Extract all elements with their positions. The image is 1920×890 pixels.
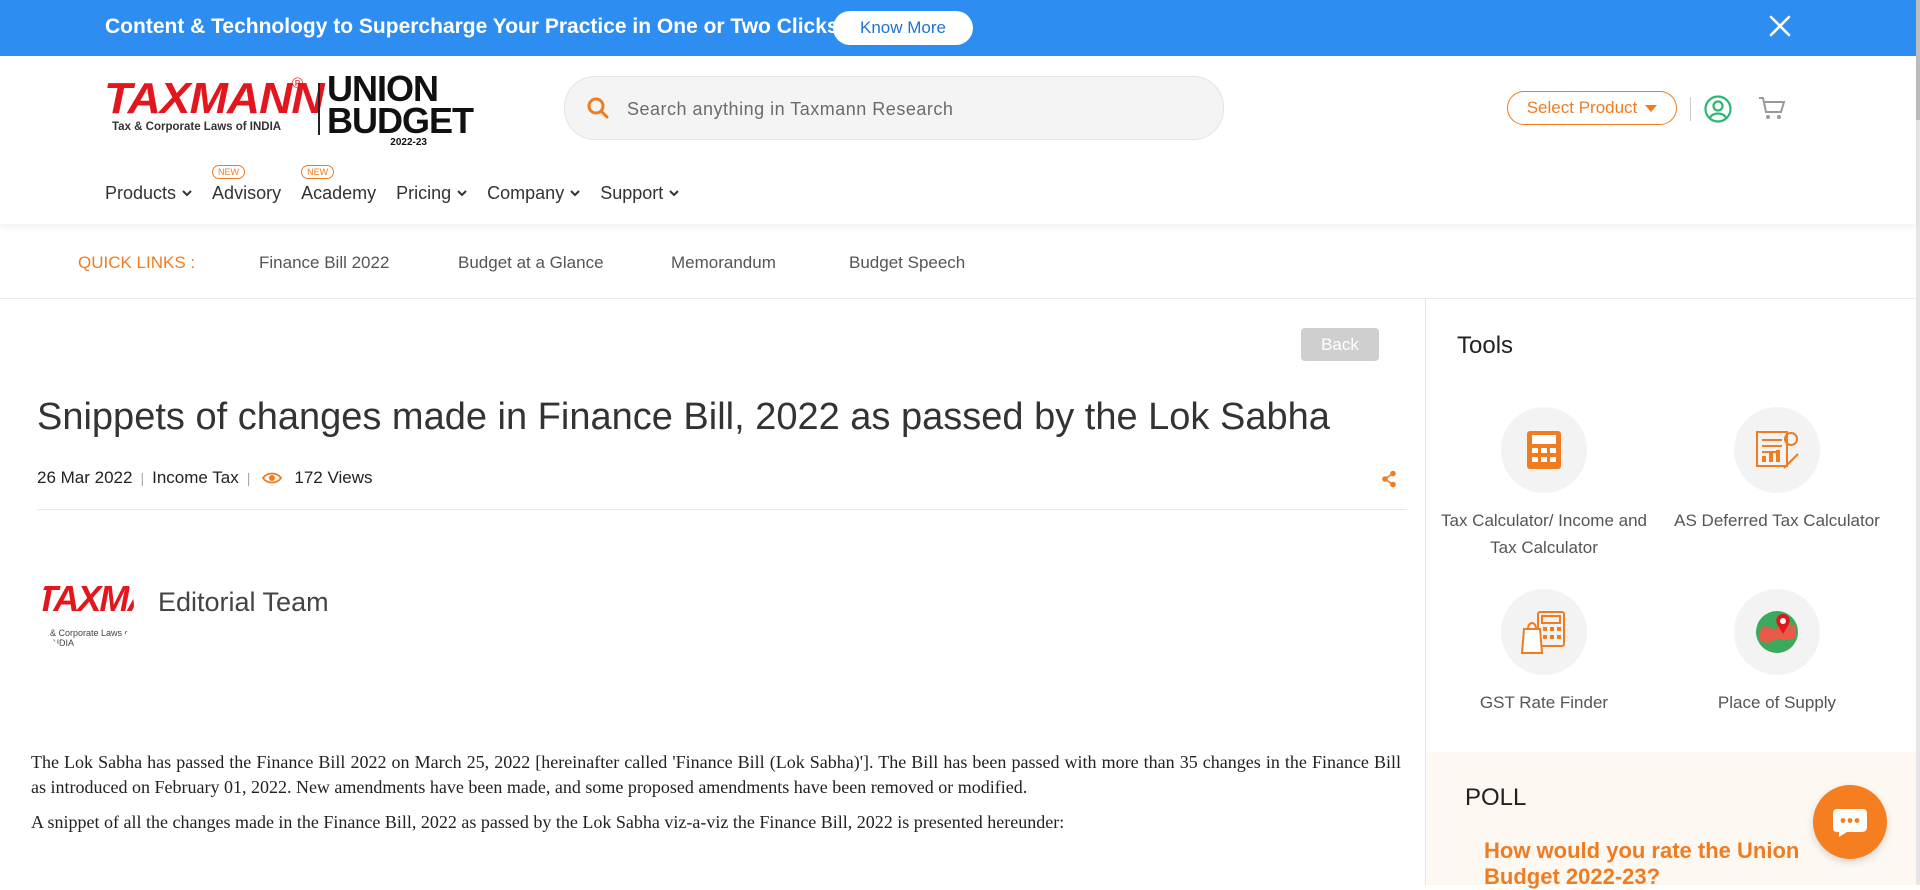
logo-tagline: Tax & Corporate Laws of INDIA: [112, 121, 282, 133]
tool-icon-wrap: [1501, 589, 1587, 675]
tool-label: Place of Supply: [1717, 693, 1837, 712]
chevron-down-icon: [669, 190, 679, 197]
union-budget-logo[interactable]: UNION BUDGET 2022-23: [327, 71, 474, 149]
chevron-down-icon: [457, 190, 467, 197]
nav-label: Advisory: [212, 182, 282, 203]
tool-icon-wrap: [1734, 589, 1820, 675]
chevron-down-icon: [570, 190, 580, 197]
logo-wordmark: TAXMANN: [104, 73, 325, 123]
nav-company[interactable]: Company: [487, 178, 580, 208]
map-pin-icon: [1756, 611, 1798, 653]
article-date: 26 Mar 2022: [37, 468, 133, 487]
article-meta: 26 Mar 2022 | Income Tax | 172 Views: [37, 468, 373, 488]
tool-label: GST Rate Finder: [1479, 693, 1609, 712]
author-avatar: TAXMANN & Corporate Laws of INDIA: [40, 560, 134, 654]
logo-divider: [318, 83, 320, 135]
chevron-down-icon: [182, 190, 192, 197]
nav-support[interactable]: Support: [600, 178, 679, 208]
meta-separator: |: [140, 470, 145, 486]
promo-banner: Content & Technology to Supercharge Your…: [0, 0, 1916, 56]
tool-tax-calculator[interactable]: Tax Calculator/ Income and Tax Calculato…: [1434, 407, 1654, 561]
quick-link-budget-glance[interactable]: Budget at a Glance: [458, 253, 604, 273]
registered-mark: ®: [292, 75, 304, 92]
search-input[interactable]: [625, 91, 1189, 127]
header-divider: [1690, 97, 1691, 121]
article-title: Snippets of changes made in Finance Bill…: [37, 396, 1330, 438]
nav-label: Academy: [301, 182, 377, 203]
main-nav: Products NEW Advisory NEW Academy Pricin…: [105, 165, 699, 208]
budget-logo-line2: BUDGET: [327, 100, 474, 141]
article-paragraph: A snippet of all the changes made in the…: [31, 812, 1065, 832]
divider: [37, 509, 1407, 510]
chat-button[interactable]: [1813, 785, 1887, 859]
poll-question: How would you rate the Union Budget 2022…: [1484, 838, 1800, 889]
article-paragraph: The Lok Sabha has passed the Finance Bil…: [31, 752, 1401, 797]
gst-rate-icon: [1520, 611, 1565, 654]
search-icon[interactable]: [585, 95, 611, 121]
back-button[interactable]: Back: [1301, 328, 1379, 361]
nav-label: Company: [487, 182, 565, 203]
nav-label: Pricing: [396, 182, 452, 203]
cart-icon[interactable]: [1757, 94, 1787, 122]
select-product-dropdown[interactable]: Select Product: [1507, 91, 1677, 125]
avatar-logo-text: TAXMANN: [40, 578, 134, 619]
tool-gst-rate-finder[interactable]: GST Rate Finder: [1434, 589, 1654, 716]
poll-heading: POLL: [1465, 784, 1527, 811]
eye-icon: [262, 472, 283, 484]
quick-link-budget-speech[interactable]: Budget Speech: [849, 253, 965, 273]
calculator-icon: [1527, 431, 1561, 469]
chat-bubble-icon: [1833, 809, 1867, 837]
nav-pricing[interactable]: Pricing: [396, 178, 467, 208]
quick-links-bar: QUICK LINKS : Finance Bill 2022 Budget a…: [0, 230, 1916, 299]
quick-link-memorandum[interactable]: Memorandum: [671, 253, 776, 273]
new-badge: NEW: [301, 165, 335, 179]
tool-icon-wrap: [1501, 407, 1587, 493]
close-icon[interactable]: [1768, 14, 1792, 38]
user-icon[interactable]: [1703, 94, 1733, 124]
author-name: Editorial Team: [158, 587, 329, 617]
search-bar[interactable]: [564, 76, 1224, 140]
nav-products[interactable]: Products: [105, 178, 192, 208]
tool-label: Tax Calculator/ Income and Tax Calculato…: [1441, 511, 1647, 557]
quick-link-finance-bill[interactable]: Finance Bill 2022: [259, 253, 389, 273]
scrollbar-thumb[interactable]: [1916, 0, 1920, 120]
deferred-tax-icon: [1756, 431, 1799, 469]
tools-heading: Tools: [1457, 332, 1514, 359]
article-views: 172 Views: [294, 468, 373, 487]
share-icon[interactable]: [1381, 470, 1397, 488]
nav-advisory[interactable]: NEW Advisory: [212, 165, 282, 208]
nav-label: Support: [600, 182, 664, 203]
tool-deferred-tax[interactable]: AS Deferred Tax Calculator: [1667, 407, 1887, 534]
scrollbar-track[interactable]: [1916, 0, 1920, 885]
meta-separator: |: [246, 470, 251, 486]
caret-down-icon: [1645, 104, 1658, 112]
promo-text: Content & Technology to Supercharge Your…: [105, 15, 845, 38]
new-badge: NEW: [212, 165, 246, 179]
article-body: The Lok Sabha has passed the Finance Bil…: [31, 750, 1401, 845]
article-category[interactable]: Income Tax: [152, 468, 239, 488]
know-more-button[interactable]: Know More: [833, 11, 973, 45]
taxmann-logo[interactable]: TAXMANN ® Tax & Corporate Laws of INDIA: [104, 73, 325, 133]
sidebar-divider: [1425, 298, 1426, 885]
tool-label: AS Deferred Tax Calculator: [1674, 511, 1880, 530]
avatar-logo-sub: & Corporate Laws of INDIA: [50, 628, 133, 648]
select-product-label: Select Product: [1526, 98, 1638, 117]
tool-icon-wrap: [1734, 407, 1820, 493]
quick-links-label: QUICK LINKS :: [78, 253, 196, 272]
nav-academy[interactable]: NEW Academy: [301, 165, 377, 208]
nav-label: Products: [105, 182, 177, 203]
tool-place-of-supply[interactable]: Place of Supply: [1667, 589, 1887, 716]
